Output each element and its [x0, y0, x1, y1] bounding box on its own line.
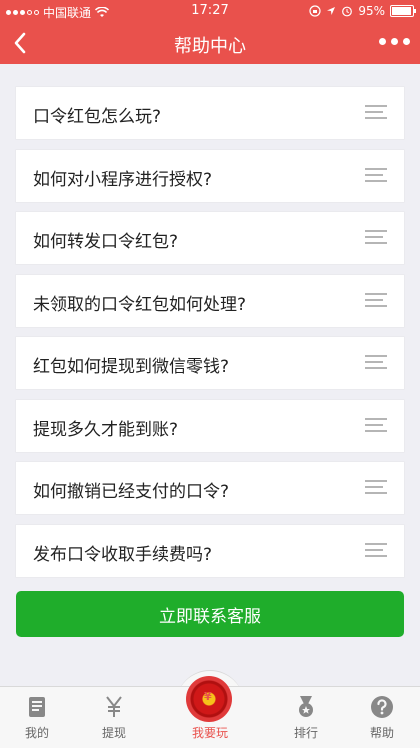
- tab-label: 我要玩: [191, 726, 228, 740]
- location-icon: [327, 7, 336, 15]
- document-icon: [29, 697, 45, 717]
- tab-label: 提现: [101, 726, 126, 740]
- contact-support-button[interactable]: 立即联系客服: [16, 591, 404, 637]
- list-lines-icon: [365, 542, 387, 559]
- faq-item[interactable]: 如何转发口令红包?: [16, 212, 404, 264]
- battery-percent: 95%: [358, 4, 385, 18]
- more-dots-icon: [379, 38, 386, 45]
- tab-help[interactable]: 帮助: [352, 687, 412, 748]
- medal-icon: [299, 696, 313, 717]
- faq-item[interactable]: 未领取的口令红包如何处理?: [16, 274, 404, 327]
- list-lines-icon: [365, 417, 387, 434]
- tab-rank[interactable]: 排行: [276, 687, 336, 748]
- tab-label: 我的: [24, 726, 49, 740]
- yen-icon: [106, 696, 122, 717]
- faq-item[interactable]: 口令红包怎么玩?: [16, 87, 404, 139]
- tab-label: 排行: [293, 726, 318, 740]
- status-bar: 中国联通 17:27 95%: [0, 0, 420, 22]
- alarm-icon: [342, 6, 353, 17]
- list-lines-icon: [365, 167, 387, 184]
- faq-question: 红包如何提现到微信零钱?: [33, 357, 230, 377]
- battery-icon: [390, 5, 416, 17]
- faq-question: 如何撤销已经支付的口令?: [33, 482, 230, 502]
- faq-item[interactable]: 如何撤销已经支付的口令?: [16, 462, 404, 514]
- faq-item[interactable]: 提现多久才能到账?: [16, 399, 404, 452]
- status-right: 95%: [309, 4, 416, 18]
- faq-question: 如何对小程序进行授权?: [33, 169, 213, 190]
- list-lines-icon: [365, 105, 387, 121]
- more-button[interactable]: [379, 38, 410, 45]
- lock-rotation-icon: [309, 5, 321, 17]
- page-title: 帮助中心: [174, 36, 246, 57]
- tab-withdraw[interactable]: 提现: [84, 687, 144, 748]
- faq-question: 发布口令收取手续费吗?: [33, 544, 213, 565]
- nav-bar: 帮助中心: [0, 22, 420, 64]
- faq-question: 口令红包怎么玩?: [33, 107, 162, 127]
- contact-support-label: 立即联系客服: [159, 606, 261, 627]
- faq-question: 未领取的口令红包如何处理?: [33, 294, 247, 315]
- faq-question: 提现多久才能到账?: [33, 419, 179, 440]
- faq-item[interactable]: 如何对小程序进行授权?: [16, 149, 404, 202]
- battery-fill: [392, 7, 411, 15]
- tab-mine[interactable]: 我的: [7, 687, 67, 748]
- list-lines-icon: [365, 292, 387, 309]
- list-lines-icon: [365, 230, 387, 246]
- list-lines-icon: [365, 480, 387, 496]
- faq-list: 口令红包怎么玩? 如何对小程序进行授权? 如何转发口令红包? 未领取的口令红包如何处理…: [16, 87, 404, 587]
- faq-item[interactable]: 发布口令收取手续费吗?: [16, 524, 404, 577]
- faq-item[interactable]: 红包如何提现到微信零钱?: [16, 337, 404, 389]
- tab-label: 帮助: [369, 726, 394, 740]
- faq-question: 如何转发口令红包?: [33, 232, 179, 252]
- help-icon: [371, 696, 393, 718]
- red-envelope-icon[interactable]: ¥: [186, 676, 232, 722]
- list-lines-icon: [365, 355, 387, 371]
